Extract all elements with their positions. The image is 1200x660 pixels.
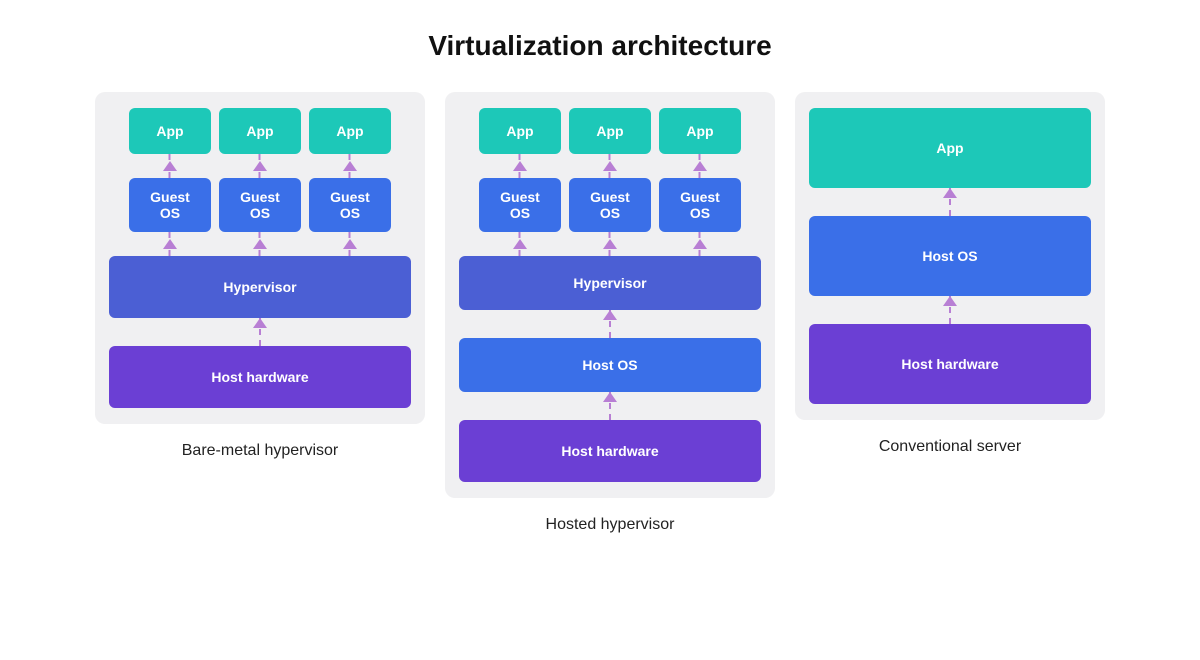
app-h-block-2: App bbox=[569, 108, 651, 154]
app-h-block-3: App bbox=[659, 108, 741, 154]
arrow-slot-h6 bbox=[659, 232, 741, 256]
arrow-triangle-h5 bbox=[603, 239, 617, 249]
arrow-triangle-c2 bbox=[943, 296, 957, 306]
app-row: App App App bbox=[129, 108, 391, 154]
page-title: Virtualization architecture bbox=[428, 30, 771, 62]
arrows-guestos-hypervisor-h bbox=[479, 232, 741, 256]
hostos-c-block: Host OS bbox=[809, 216, 1091, 296]
arrow-slot-h5 bbox=[569, 232, 651, 256]
arrow-triangle-h4 bbox=[513, 239, 527, 249]
guestos-h-block-3: GuestOS bbox=[659, 178, 741, 232]
arrow-triangle-h6 bbox=[693, 239, 707, 249]
guestos-block-1: GuestOS bbox=[129, 178, 211, 232]
guestos-block-3: GuestOS bbox=[309, 178, 391, 232]
arrow-triangle-h2 bbox=[603, 161, 617, 171]
arrow-triangle-h1 bbox=[513, 161, 527, 171]
arrow-slot-h2 bbox=[569, 154, 651, 178]
guestos-block-2: GuestOS bbox=[219, 178, 301, 232]
app-h-block-1: App bbox=[479, 108, 561, 154]
arrow-triangle-1 bbox=[163, 161, 177, 171]
app-block-1: App bbox=[129, 108, 211, 154]
app-c-block: App bbox=[809, 108, 1091, 188]
arrow-triangle-c1 bbox=[943, 188, 957, 198]
app-row-hosted: App App App bbox=[479, 108, 741, 154]
arrow-triangle-5 bbox=[253, 239, 267, 249]
arrow-slot-4 bbox=[129, 232, 211, 256]
arrow-slot-h4 bbox=[479, 232, 561, 256]
guestos-h-block-1: GuestOS bbox=[479, 178, 561, 232]
guestos-h-block-2: GuestOS bbox=[569, 178, 651, 232]
arrows-app-guestos-h bbox=[479, 154, 741, 178]
app-block-3: App bbox=[309, 108, 391, 154]
arrow-slot-h3 bbox=[659, 154, 741, 178]
conventional-label: Conventional server bbox=[879, 438, 1021, 456]
arrow-triangle-2 bbox=[253, 161, 267, 171]
guestos-row-hosted: GuestOS GuestOS GuestOS bbox=[479, 178, 741, 232]
bare-metal-label: Bare-metal hypervisor bbox=[182, 442, 339, 460]
arrows-guestos-hypervisor bbox=[129, 232, 391, 256]
bare-metal-box: App App App GuestOS GuestOS G bbox=[95, 92, 425, 424]
arrow-triangle-h3 bbox=[693, 161, 707, 171]
hosted-box: App App App GuestOS GuestOS G bbox=[445, 92, 775, 498]
arrow-triangle-6 bbox=[343, 239, 357, 249]
arrow-slot-5 bbox=[219, 232, 301, 256]
guestos-row: GuestOS GuestOS GuestOS bbox=[129, 178, 391, 232]
diagram-conventional: App Host OS Host hardware Conventional s… bbox=[795, 92, 1105, 456]
conventional-box: App Host OS Host hardware bbox=[795, 92, 1105, 420]
arrow-hostos-hardware-c bbox=[809, 296, 1091, 324]
arrow-triangle-h7 bbox=[603, 310, 617, 320]
arrow-triangle-3 bbox=[343, 161, 357, 171]
host-hardware-h-block: Host hardware bbox=[459, 420, 761, 482]
host-hardware-c-block: Host hardware bbox=[809, 324, 1091, 404]
arrow-triangle-7 bbox=[253, 318, 267, 328]
arrow-triangle-4 bbox=[163, 239, 177, 249]
arrow-slot-6 bbox=[309, 232, 391, 256]
arrow-app-hostos-c bbox=[809, 188, 1091, 216]
hypervisor-h-block: Hypervisor bbox=[459, 256, 761, 310]
arrow-slot-1 bbox=[129, 154, 211, 178]
arrow-slot-h1 bbox=[479, 154, 561, 178]
arrow-slot-3 bbox=[309, 154, 391, 178]
hypervisor-block: Hypervisor bbox=[109, 256, 411, 318]
host-hardware-block: Host hardware bbox=[109, 346, 411, 408]
arrow-hypervisor-hostos-h bbox=[459, 310, 761, 338]
diagram-bare-metal: App App App GuestOS GuestOS G bbox=[95, 92, 425, 460]
arrows-app-guestos bbox=[129, 154, 391, 178]
hostos-h-block: Host OS bbox=[459, 338, 761, 392]
hosted-label: Hosted hypervisor bbox=[546, 516, 675, 534]
arrow-triangle-h8 bbox=[603, 392, 617, 402]
arrow-slot-2 bbox=[219, 154, 301, 178]
arrow-hypervisor-hardware bbox=[109, 318, 411, 346]
diagrams-row: App App App GuestOS GuestOS G bbox=[20, 92, 1180, 534]
arrow-hostos-hardware-h bbox=[459, 392, 761, 420]
app-block-2: App bbox=[219, 108, 301, 154]
diagram-hosted: App App App GuestOS GuestOS G bbox=[445, 92, 775, 534]
